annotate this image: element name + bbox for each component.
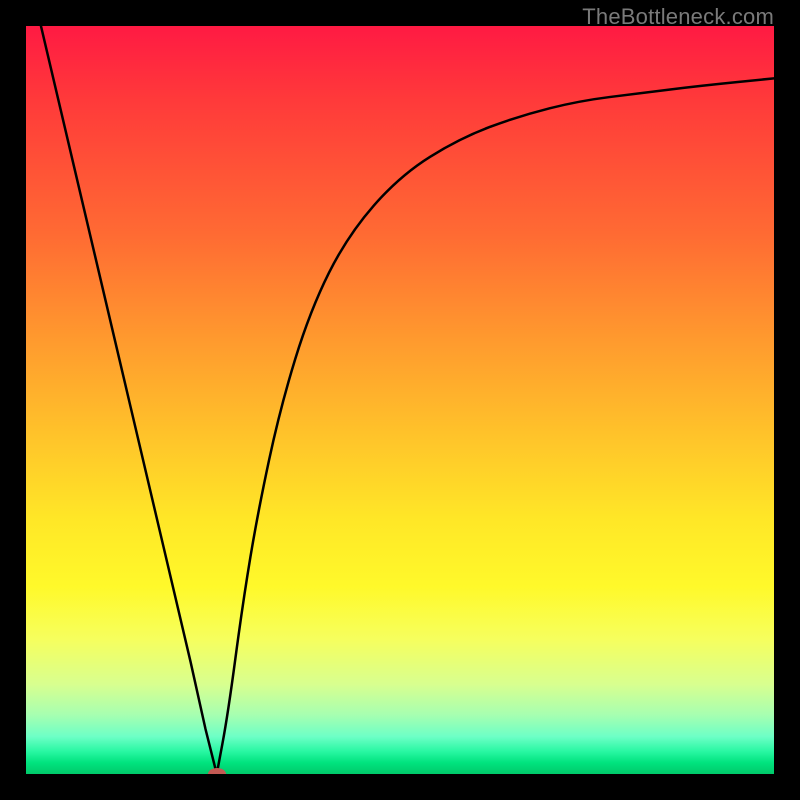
chart-frame: TheBottleneck.com [0, 0, 800, 800]
curve-layer [26, 26, 774, 774]
optimal-point-marker [208, 768, 226, 774]
bottleneck-curve [41, 26, 774, 774]
plot-area [26, 26, 774, 774]
